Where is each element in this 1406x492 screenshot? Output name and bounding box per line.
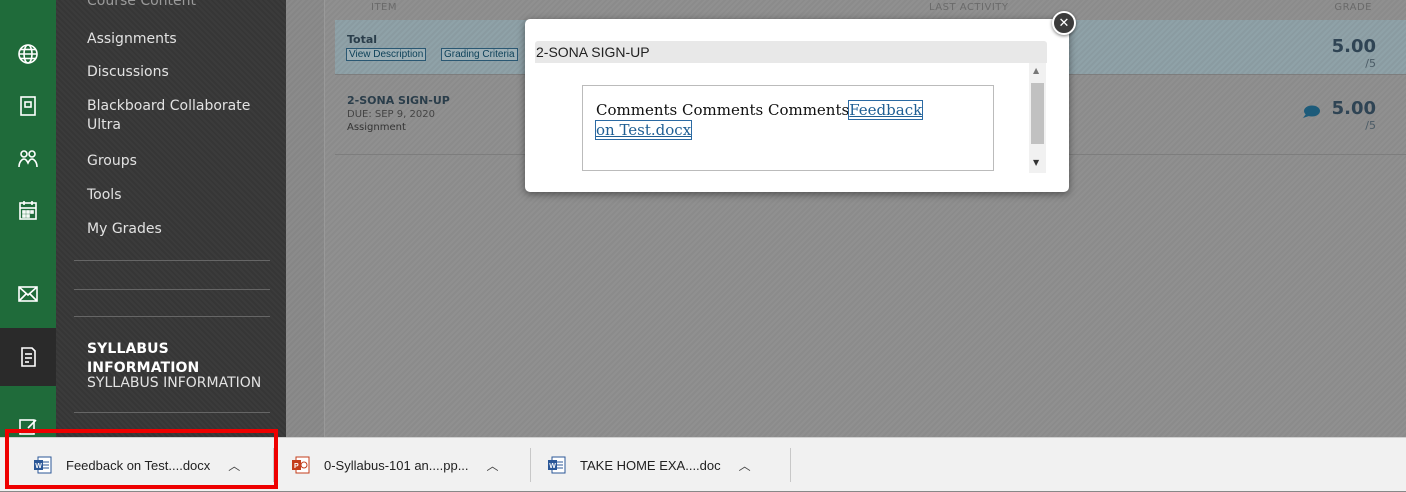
highlight-box — [5, 429, 278, 489]
download-filename: TAKE HOME EXA....doc — [580, 457, 721, 473]
menu-item-assignments[interactable]: Assignments — [87, 30, 177, 49]
grade-value: 5.00 — [1331, 36, 1376, 57]
menu-item-tools[interactable]: Tools — [87, 186, 122, 205]
menu-item-my-grades[interactable]: My Grades — [87, 220, 162, 239]
column-header-grade: GRADE — [1334, 2, 1372, 13]
powerpoint-icon: P — [292, 456, 310, 474]
column-header-item: ITEM — [371, 2, 398, 13]
download-filename: 0-Syllabus-101 an....pp... — [324, 457, 469, 473]
globe-icon[interactable] — [0, 28, 56, 80]
grade-out-of: /5 — [1365, 119, 1376, 132]
course-menu: Course Content Assignments Discussions B… — [56, 0, 286, 437]
column-header-last-activity: LAST ACTIVITY — [929, 2, 1009, 13]
grade-out-of: /5 — [1365, 57, 1376, 70]
row-type: Assignment — [347, 122, 406, 133]
feedback-modal: 2-SONA SIGN-UP Comments Comments Comment… — [525, 19, 1069, 192]
svg-text:P: P — [294, 463, 299, 470]
menu-divider — [74, 316, 270, 317]
comment-text: Comments Comments Comments — [596, 101, 850, 119]
row-due-date: DUE: SEP 9, 2020 — [347, 109, 435, 120]
download-separator — [790, 448, 791, 482]
syllabus-icon[interactable] — [0, 328, 56, 386]
close-icon[interactable]: ✕ — [1052, 11, 1076, 35]
mail-icon[interactable] — [0, 268, 56, 320]
book-icon[interactable] — [0, 80, 56, 132]
row-title[interactable]: 2-SONA SIGN-UP — [347, 94, 450, 107]
menu-item-discussions[interactable]: Discussions — [87, 63, 169, 82]
scroll-up-arrow-icon[interactable]: ▲ — [1033, 66, 1039, 75]
modal-scrollbar[interactable]: ▲ ▼ — [1029, 63, 1046, 173]
grade-value: 5.00 — [1331, 98, 1376, 119]
people-icon[interactable] — [0, 132, 56, 184]
calendar-icon[interactable] — [0, 184, 56, 236]
download-item[interactable]: W TAKE HOME EXA....doc ︿ — [548, 438, 751, 492]
comment-icon[interactable] — [1303, 105, 1320, 118]
word-icon: W — [548, 456, 566, 474]
menu-item-course-content[interactable]: Course Content — [87, 0, 196, 11]
scroll-down-arrow-icon[interactable]: ▼ — [1033, 158, 1039, 167]
svg-text:W: W — [549, 463, 556, 470]
scroll-thumb[interactable] — [1031, 83, 1044, 144]
download-separator — [530, 448, 531, 482]
menu-divider — [74, 289, 270, 290]
chevron-up-icon[interactable]: ︿ — [739, 457, 751, 474]
modal-title: 2-SONA SIGN-UP — [536, 44, 650, 60]
menu-item-syllabus[interactable]: SYLLABUS INFORMATION — [87, 374, 261, 393]
comment-frame: Comments Comments CommentsFeedback on Te… — [582, 85, 994, 171]
grading-criteria-link[interactable]: Grading Criteria — [441, 48, 518, 61]
menu-divider — [74, 412, 270, 413]
comment-body: Comments Comments CommentsFeedback on Te… — [594, 100, 926, 140]
menu-item-groups[interactable]: Groups — [87, 152, 137, 171]
icon-rail — [0, 0, 56, 437]
menu-section-heading: SYLLABUS INFORMATION — [87, 341, 200, 376]
menu-item-collaborate[interactable]: Blackboard Collaborate Ultra — [87, 97, 267, 135]
row-title: Total — [347, 33, 378, 46]
chevron-up-icon[interactable]: ︿ — [487, 457, 499, 474]
view-description-link[interactable]: View Description — [346, 48, 427, 61]
menu-divider — [74, 260, 270, 261]
download-item[interactable]: P 0-Syllabus-101 an....pp... ︿ — [292, 438, 499, 492]
